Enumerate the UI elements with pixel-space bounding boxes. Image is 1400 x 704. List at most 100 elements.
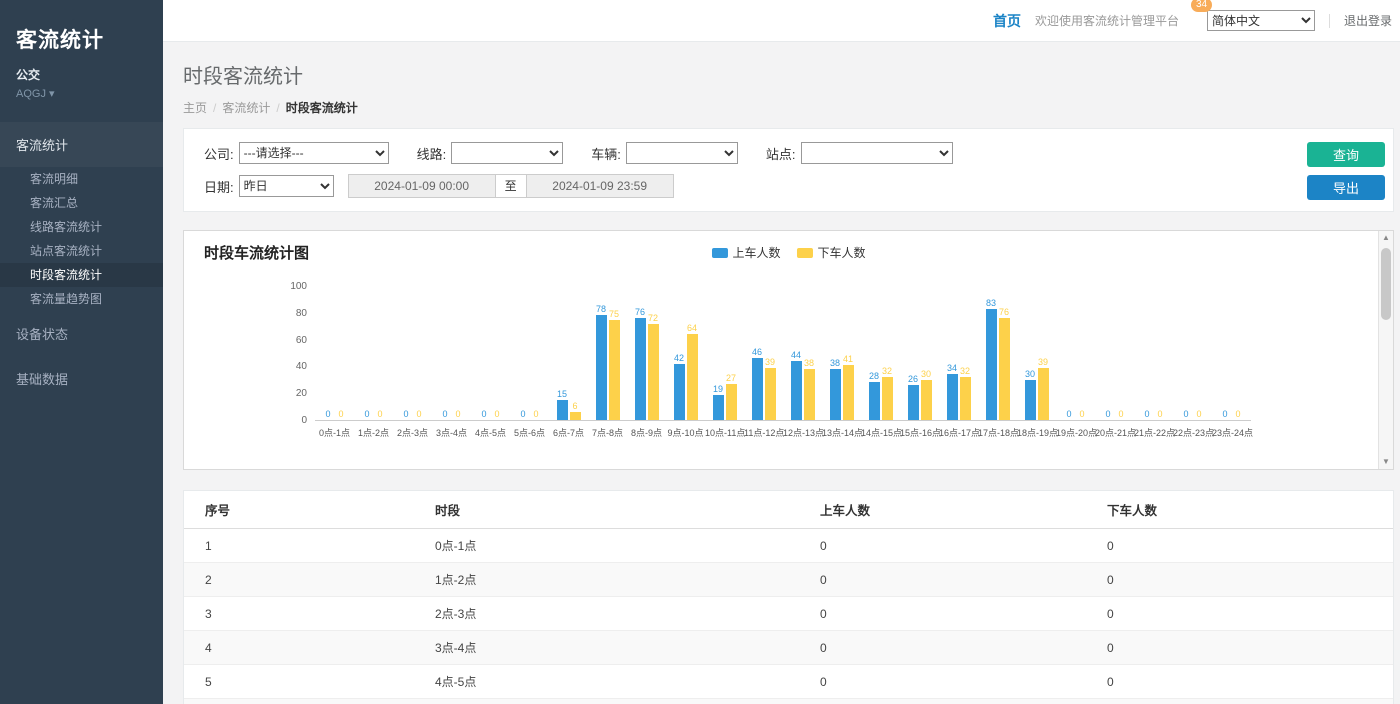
station-select[interactable] xyxy=(801,142,953,164)
language-select[interactable]: 简体中文 xyxy=(1207,10,1315,31)
logout-link[interactable]: 退出登录 xyxy=(1344,12,1392,29)
bar[interactable] xyxy=(609,320,620,421)
bar-value-label: 0 xyxy=(338,409,343,419)
bar[interactable] xyxy=(882,377,893,420)
bar-value-label: 38 xyxy=(830,358,840,368)
bar-column: 64 xyxy=(686,323,698,420)
table-header-cell: 序号 xyxy=(184,491,435,529)
y-axis-label: 40 xyxy=(296,361,307,372)
bar-value-label: 0 xyxy=(1235,409,1240,419)
bar[interactable] xyxy=(947,374,958,420)
bar-value-label: 64 xyxy=(687,323,697,333)
bar[interactable] xyxy=(830,369,841,420)
company-select[interactable]: ---请选择--- xyxy=(239,142,389,164)
breadcrumb-item[interactable]: 主页 xyxy=(183,101,207,115)
bar-column: 83 xyxy=(985,298,997,420)
bar[interactable] xyxy=(726,384,737,420)
vehicle-select[interactable] xyxy=(626,142,738,164)
x-axis-label: 20点-21点 xyxy=(1095,426,1134,439)
bar-group: 00 xyxy=(1173,409,1212,420)
bar[interactable] xyxy=(1025,380,1036,420)
bar[interactable] xyxy=(791,361,802,420)
bar-value-label: 30 xyxy=(1025,369,1035,379)
table-row[interactable]: 65点-6点00 xyxy=(184,699,1393,704)
bar-column: 0 xyxy=(361,409,373,420)
bar[interactable] xyxy=(986,309,997,420)
table-cell: 0 xyxy=(1107,597,1393,631)
bar-value-label: 28 xyxy=(869,371,879,381)
legend-item[interactable]: 上车人数 xyxy=(711,244,780,261)
bar-value-label: 0 xyxy=(520,409,525,419)
sidebar-item[interactable]: 客流量趋势图 xyxy=(0,287,163,311)
line-label: 线路: xyxy=(417,144,447,163)
bar[interactable] xyxy=(960,377,971,420)
bar-value-label: 76 xyxy=(635,307,645,317)
bar-column: 0 xyxy=(322,409,334,420)
bar[interactable] xyxy=(843,365,854,420)
bar-value-label: 0 xyxy=(377,409,382,419)
date-end-input[interactable] xyxy=(526,174,674,198)
sidebar-section-label[interactable]: 基础数据 xyxy=(0,356,163,401)
bar-group: 4639 xyxy=(744,347,783,420)
breadcrumb-item[interactable]: 客流统计 xyxy=(222,101,270,115)
bar[interactable] xyxy=(674,364,685,420)
date-preset-select[interactable]: 昨日 xyxy=(239,175,334,197)
table-row[interactable]: 43点-4点00 xyxy=(184,631,1393,665)
bar-column: 30 xyxy=(1024,369,1036,420)
scroll-up-icon[interactable]: ▲ xyxy=(1382,234,1390,242)
bar-column: 0 xyxy=(1232,409,1244,420)
sidebar-item[interactable]: 时段客流统计 xyxy=(0,263,163,287)
bar[interactable] xyxy=(921,380,932,420)
legend-item[interactable]: 下车人数 xyxy=(797,244,866,261)
bar-value-label: 30 xyxy=(921,369,931,379)
notification-badge[interactable]: 34 xyxy=(1191,0,1212,12)
page-title: 时段客流统计 xyxy=(183,60,1380,89)
sidebar-item[interactable]: 站点客流统计 xyxy=(0,239,163,263)
table-header-cell: 时段 xyxy=(435,491,820,529)
scrollbar-thumb[interactable] xyxy=(1381,248,1391,320)
bar-group: 1927 xyxy=(705,373,744,420)
bar[interactable] xyxy=(908,385,919,420)
bar[interactable] xyxy=(765,368,776,420)
bar[interactable] xyxy=(596,315,607,420)
bar-groups: 0000000000001567875767242641927463944383… xyxy=(315,287,1251,421)
bar[interactable] xyxy=(687,334,698,420)
sidebar-section-label[interactable]: 客流统计 xyxy=(0,122,163,167)
bar[interactable] xyxy=(869,382,880,420)
user-menu[interactable]: AQGJ ▾ xyxy=(16,87,147,100)
x-axis-label: 12点-13点 xyxy=(783,426,822,439)
export-button[interactable]: 导出 xyxy=(1307,175,1385,200)
sidebar-section-label[interactable]: 设备状态 xyxy=(0,311,163,356)
home-link[interactable]: 首页 xyxy=(993,11,1021,31)
bar-group: 2832 xyxy=(861,366,900,420)
bar-value-label: 34 xyxy=(947,363,957,373)
chart-scrollbar[interactable]: ▲ ▼ xyxy=(1378,231,1393,469)
table-row[interactable]: 10点-1点00 xyxy=(184,529,1393,563)
table-row[interactable]: 54点-5点00 xyxy=(184,665,1393,699)
bar-group: 00 xyxy=(393,409,432,420)
bar-value-label: 0 xyxy=(494,409,499,419)
date-start-input[interactable] xyxy=(348,174,496,198)
table-row[interactable]: 32点-3点00 xyxy=(184,597,1393,631)
bar[interactable] xyxy=(752,358,763,420)
bar[interactable] xyxy=(635,318,646,420)
bar[interactable] xyxy=(1038,368,1049,420)
bar[interactable] xyxy=(648,324,659,420)
scroll-down-icon[interactable]: ▼ xyxy=(1382,458,1390,466)
sidebar-item[interactable]: 线路客流统计 xyxy=(0,215,163,239)
sidebar-item[interactable]: 客流汇总 xyxy=(0,191,163,215)
bar[interactable] xyxy=(713,395,724,420)
bar[interactable] xyxy=(557,400,568,420)
bar-chart: 020406080100 000000000000156787576724264… xyxy=(279,287,1363,439)
table-cell: 0点-1点 xyxy=(435,529,820,563)
line-select[interactable] xyxy=(451,142,563,164)
table-cell: 4点-5点 xyxy=(435,665,820,699)
sidebar-item[interactable]: 客流明细 xyxy=(0,167,163,191)
table-row[interactable]: 21点-2点00 xyxy=(184,563,1393,597)
bar[interactable] xyxy=(570,412,581,420)
bar[interactable] xyxy=(999,318,1010,420)
bar[interactable] xyxy=(804,369,815,420)
query-button[interactable]: 查询 xyxy=(1307,142,1385,167)
app-title: 客流统计 xyxy=(0,0,163,66)
bar-value-label: 39 xyxy=(765,357,775,367)
